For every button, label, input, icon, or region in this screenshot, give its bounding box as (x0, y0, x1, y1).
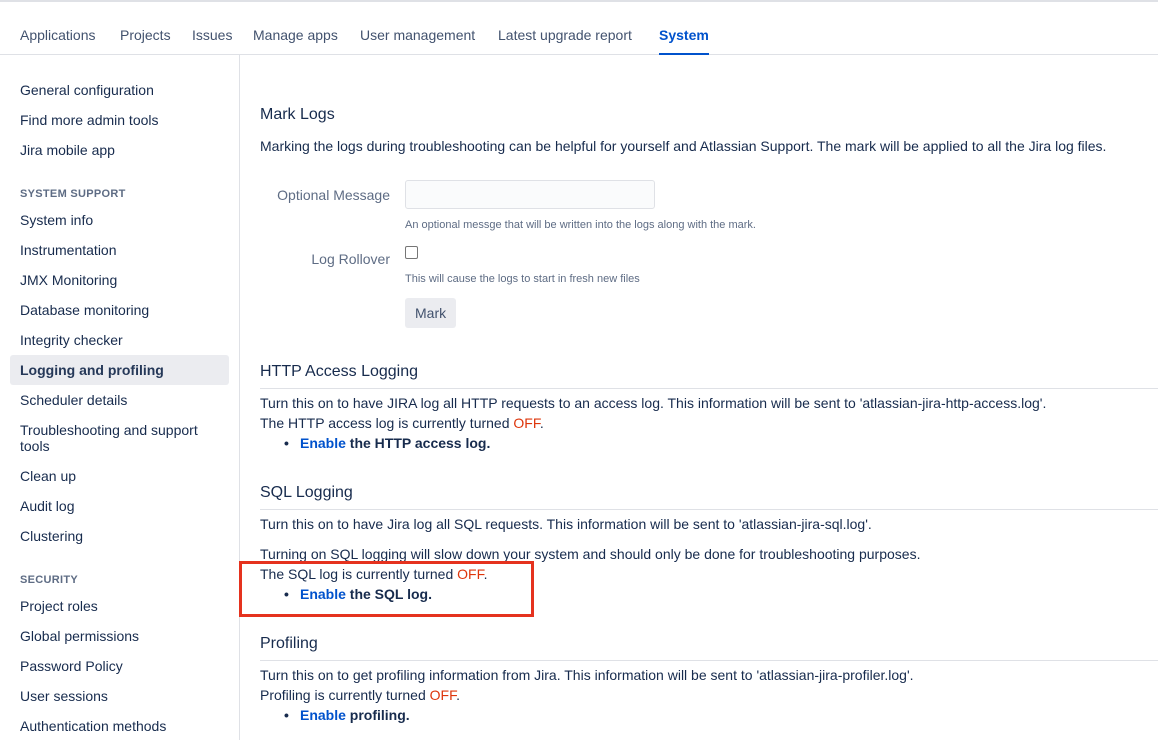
sidebar-item-clean-up[interactable]: Clean up (10, 468, 229, 484)
tab-projects[interactable]: Projects (120, 27, 171, 55)
sidebar-item-logging-and-profiling[interactable]: Logging and profiling (10, 355, 229, 385)
sidebar-item-integrity-checker[interactable]: Integrity checker (10, 332, 229, 348)
optional-message-help: An optional messge that will be written … (405, 219, 756, 231)
admin-tabs: Applications Projects Issues Manage apps… (0, 0, 1158, 55)
http-logging-status: The HTTP access log is currently turned … (260, 415, 544, 431)
profiling-status-off: OFF (429, 687, 457, 703)
sidebar-heading-security: SECURITY (20, 574, 79, 586)
sidebar-item-project-roles[interactable]: Project roles (10, 598, 229, 614)
profiling-title: Profiling (260, 635, 1158, 661)
sidebar-item-jira-mobile-app[interactable]: Jira mobile app (10, 142, 229, 158)
sidebar-item-audit-log[interactable]: Audit log (10, 498, 229, 514)
mark-logs-description: Marking the logs during troubleshooting … (260, 138, 1107, 154)
sql-logging-title: SQL Logging (260, 484, 1158, 510)
enable-http-log-link[interactable]: Enable (300, 435, 346, 451)
main-content: Mark Logs Marking the logs during troubl… (260, 55, 1158, 740)
profiling-status: Profiling is currently turned OFF. (260, 687, 460, 703)
optional-message-input[interactable] (405, 180, 655, 209)
mark-button[interactable]: Mark (405, 298, 457, 328)
sidebar-item-global-permissions[interactable]: Global permissions (10, 628, 229, 644)
sidebar-item-scheduler-details[interactable]: Scheduler details (10, 392, 229, 408)
highlight-box (239, 561, 534, 617)
sql-logging-description: Turn this on to have Jira log all SQL re… (260, 516, 872, 532)
log-rollover-label: Log Rollover (311, 251, 390, 267)
sidebar-item-jmx-monitoring[interactable]: JMX Monitoring (10, 272, 229, 288)
mark-logs-title: Mark Logs (260, 106, 335, 123)
tab-user-management[interactable]: User management (360, 27, 475, 55)
http-logging-description: Turn this on to have JIRA log all HTTP r… (260, 395, 1047, 411)
sql-logging-warning: Turning on SQL logging will slow down yo… (260, 546, 921, 562)
http-logging-title: HTTP Access Logging (260, 363, 1158, 389)
tab-latest-upgrade-report[interactable]: Latest upgrade report (498, 27, 632, 55)
sidebar-item-system-info[interactable]: System info (10, 212, 229, 228)
log-rollover-help: This will cause the logs to start in fre… (405, 273, 640, 285)
optional-message-label: Optional Message (277, 187, 390, 203)
http-enable-item: Enable the HTTP access log. (284, 435, 490, 451)
sidebar-item-authentication-methods[interactable]: Authentication methods (10, 718, 229, 734)
profiling-description: Turn this on to get profiling informatio… (260, 667, 914, 683)
sidebar-item-database-monitoring[interactable]: Database monitoring (10, 302, 229, 318)
sidebar-item-find-more-admin-tools[interactable]: Find more admin tools (10, 112, 229, 128)
tab-applications[interactable]: Applications (20, 27, 96, 55)
sidebar-item-instrumentation[interactable]: Instrumentation (10, 242, 229, 258)
tab-issues[interactable]: Issues (192, 27, 232, 55)
tab-manage-apps[interactable]: Manage apps (253, 27, 338, 55)
enable-profiling-link[interactable]: Enable (300, 707, 346, 723)
sidebar-item-clustering[interactable]: Clustering (10, 528, 229, 544)
profiling-enable-item: Enable profiling. (284, 707, 410, 723)
log-rollover-checkbox[interactable] (405, 246, 418, 259)
sidebar-heading-system-support: SYSTEM SUPPORT (20, 188, 126, 200)
sidebar-item-user-sessions[interactable]: User sessions (10, 688, 229, 704)
tab-system[interactable]: System (659, 27, 709, 55)
sidebar-item-password-policy[interactable]: Password Policy (10, 658, 229, 674)
sidebar-item-general-configuration[interactable]: General configuration (10, 82, 229, 98)
sidebar-item-troubleshooting-and-support-tools[interactable]: Troubleshooting and support tools (10, 422, 229, 454)
sidebar: General configuration Find more admin to… (0, 55, 240, 740)
http-status-off: OFF (513, 415, 540, 431)
